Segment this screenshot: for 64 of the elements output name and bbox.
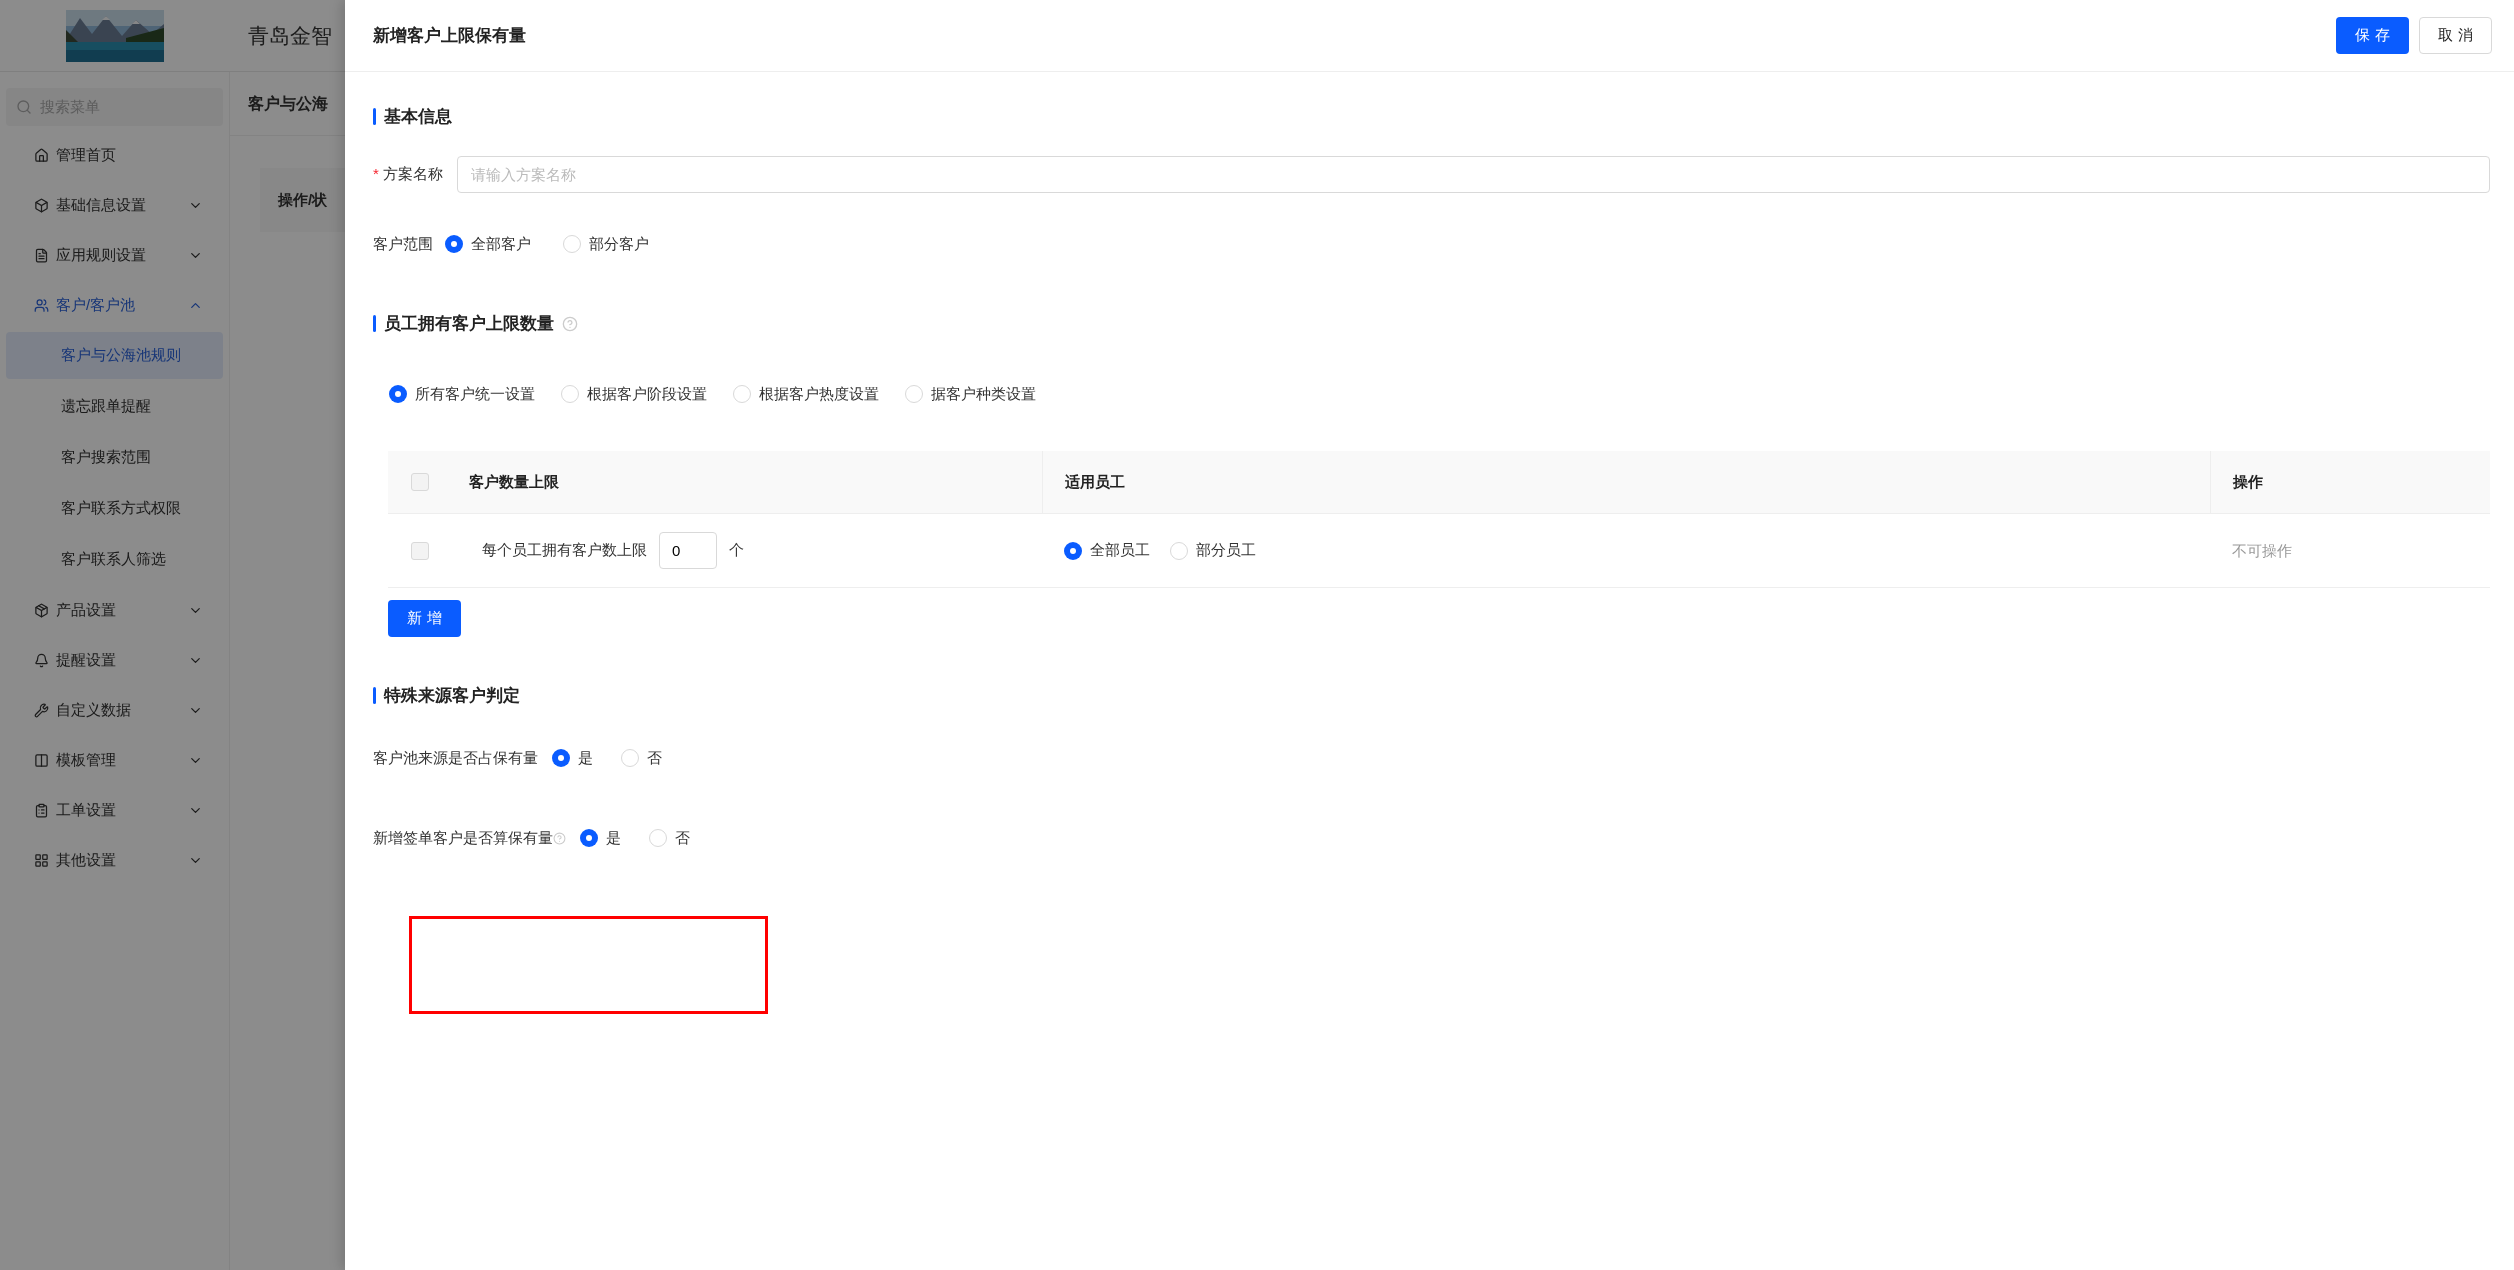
radio-option[interactable]: 否: [621, 746, 662, 769]
page-title: 客户与公海: [248, 93, 328, 114]
sidebar-subitem[interactable]: 遗忘跟单提醒: [6, 383, 223, 430]
radio-option[interactable]: 据客户种类设置: [905, 382, 1036, 405]
cancel-button[interactable]: 取 消: [2419, 17, 2492, 54]
sidebar-item[interactable]: 基础信息设置: [6, 180, 223, 230]
field-label: 客户范围: [373, 233, 433, 254]
input-field[interactable]: 请输入方案名称: [456, 155, 2490, 193]
package-icon: [34, 602, 49, 618]
help-icon[interactable]: [553, 831, 566, 845]
radio-option[interactable]: 全部客户: [445, 232, 531, 255]
sidebar-item[interactable]: 模板管理: [6, 735, 223, 785]
field-label: * 方案名称: [373, 163, 443, 184]
sidebar-item[interactable]: 产品设置: [6, 585, 223, 635]
radio-option[interactable]: 部分客户: [563, 232, 649, 255]
clipboard-icon: [34, 802, 49, 818]
table-cell-text: 每个员工拥有客户数上限: [482, 540, 647, 561]
app-title: 青岛金智: [248, 22, 332, 49]
sidebar-item[interactable]: 工单设置: [6, 785, 223, 835]
action-text: 不可操作: [2232, 541, 2292, 559]
radio-option[interactable]: 根据客户热度设置: [733, 382, 879, 405]
sidebar-item[interactable]: 应用规则设置: [6, 230, 223, 280]
help-icon[interactable]: [562, 315, 578, 332]
radio-option[interactable]: 部分员工: [1170, 539, 1256, 562]
columns-icon: [34, 752, 49, 768]
sidebar-item[interactable]: 提醒设置: [6, 635, 223, 685]
column-header: 操作: [2233, 471, 2263, 492]
radio-option[interactable]: 所有客户统一设置: [389, 382, 535, 405]
cube-icon: [34, 197, 49, 213]
drawer-title: 新增客户上限保有量: [373, 24, 527, 47]
radio-option[interactable]: 全部员工: [1064, 539, 1150, 562]
section-heading: 基本信息: [384, 106, 452, 128]
users-icon: [34, 297, 49, 313]
wrench-icon: [34, 702, 49, 718]
radio-option[interactable]: 是: [580, 827, 621, 850]
section-heading: 员工拥有客户上限数量: [384, 313, 554, 335]
column-header: 操作/状: [278, 189, 328, 210]
section-heading: 特殊来源客户判定: [384, 685, 520, 707]
sidebar-subitem[interactable]: 客户联系人筛选: [6, 536, 223, 583]
radio-option[interactable]: 是: [552, 746, 593, 769]
question-label: 客户池来源是否占保有量: [373, 747, 538, 768]
checkbox[interactable]: [411, 541, 429, 560]
bell-icon: [34, 652, 49, 668]
sidebar-subitem[interactable]: 客户与公海池规则: [6, 332, 223, 379]
number-field[interactable]: 0: [659, 532, 717, 569]
sidebar-item[interactable]: 其他设置: [6, 835, 223, 885]
radio-option[interactable]: 根据客户阶段设置: [561, 382, 707, 405]
sidebar-subitem[interactable]: 客户联系方式权限: [6, 485, 223, 532]
question-label: 新增签单客户是否算保有量: [373, 828, 553, 848]
sidebar-subitem[interactable]: 客户搜索范围: [6, 434, 223, 481]
sidebar-item[interactable]: 自定义数据: [6, 685, 223, 735]
grid-icon: [34, 852, 49, 868]
sidebar-item[interactable]: 客户/客户池: [6, 280, 223, 330]
search-icon: [16, 99, 32, 115]
radio-option[interactable]: 否: [649, 827, 690, 850]
column-header: 适用员工: [1065, 471, 1125, 492]
unit-label: 个: [729, 540, 744, 561]
column-header: 客户数量上限: [469, 471, 559, 492]
document-icon: [34, 247, 49, 263]
add-button[interactable]: 新 增: [388, 600, 461, 637]
sidebar-item[interactable]: 管理首页: [6, 130, 223, 180]
save-button[interactable]: 保 存: [2336, 17, 2409, 54]
home-icon: [34, 147, 49, 163]
checkbox[interactable]: [411, 473, 429, 491]
